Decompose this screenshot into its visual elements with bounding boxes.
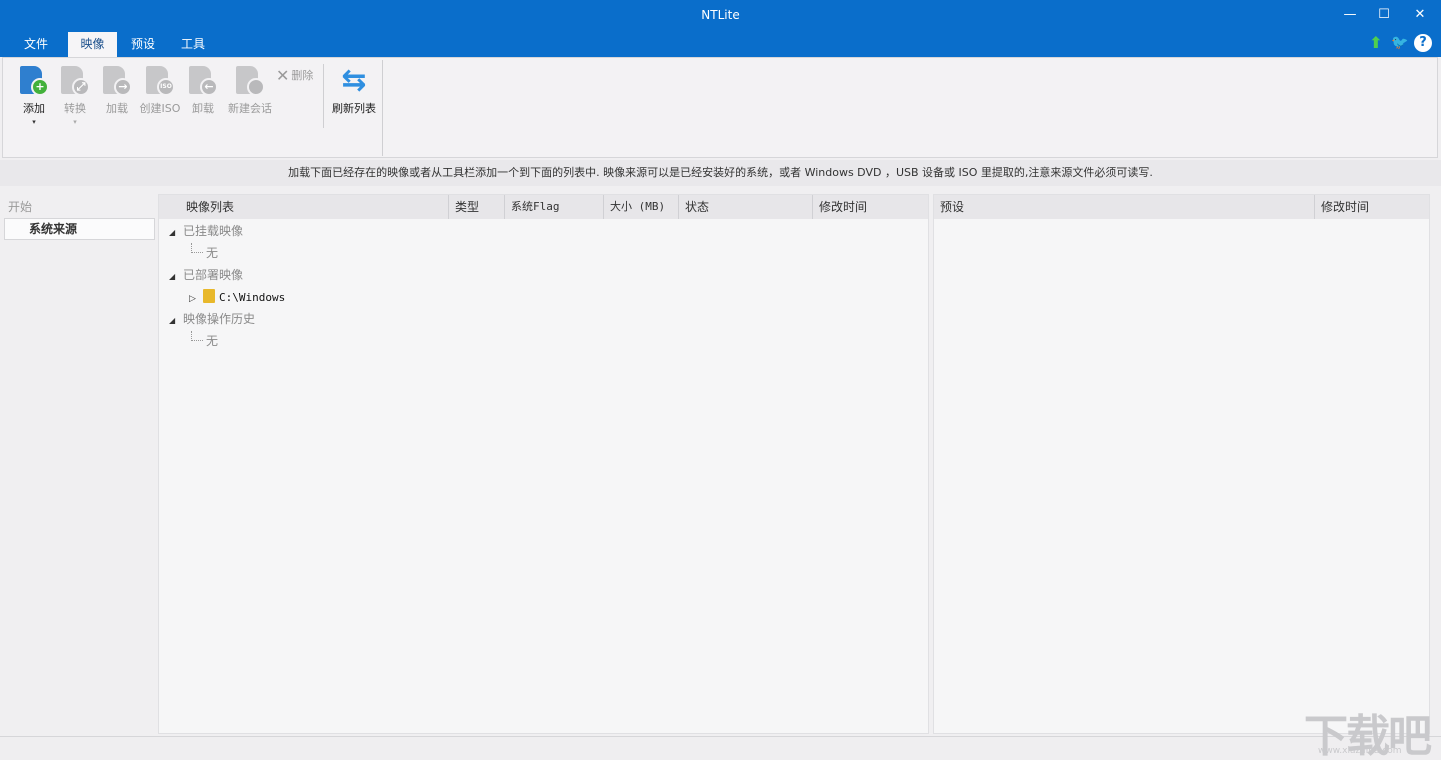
ribbon-separator [323,64,324,128]
sidebar-header-start: 开始 [8,198,32,215]
unload-label: 卸载 [181,100,225,116]
column-image-list[interactable]: 映像列表 [159,195,449,219]
minimize-button[interactable]: — [1332,0,1368,30]
list-item: 无 [191,243,218,263]
unload-icon: ← [187,64,219,98]
tree-group-deployed[interactable]: ◢已部署映像 [169,265,243,285]
sidebar-item-system-source[interactable]: 系统来源 [4,218,155,240]
column-modified-time[interactable]: 修改时间 [813,195,928,219]
folder-icon [203,289,215,303]
title-bar: NTLite — ☐ ✕ [0,0,1441,30]
menu-tab-bar: 文件 映像 预设 工具 [0,30,1441,57]
load-icon: → [101,64,133,98]
add-dropdown-caret-icon[interactable]: ▾ [12,118,56,126]
expand-arrow-icon[interactable]: ▷ [189,289,203,309]
convert-label: 转换 [53,100,97,116]
ribbon-toolbar: + 添加 ▾ ⤢ 转换 ▾ → 加载 ISO 创建ISO ← 卸载 新建会话 ✕… [2,57,1438,158]
iso-icon: ISO [144,64,176,98]
tab-file[interactable]: 文件 [14,32,58,57]
column-status[interactable]: 状态 [679,195,813,219]
close-button[interactable]: ✕ [1402,0,1438,30]
empty-item-label: 无 [206,246,218,260]
load-label: 加载 [95,100,139,116]
column-type[interactable]: 类型 [449,195,505,219]
refresh-label: 刷新列表 [329,100,379,116]
maximize-button[interactable]: ☐ [1366,0,1402,30]
unload-button[interactable]: ← 卸载 [181,64,225,116]
group-label: 映像操作历史 [183,312,255,326]
list-item-c-windows[interactable]: ▷ C:\Windows [189,287,285,307]
convert-icon: ⤢ [59,64,91,98]
list-item: 无 [191,331,218,351]
group-label: 已挂载映像 [183,224,243,238]
column-preset[interactable]: 预设 [934,195,1315,219]
add-image-icon: + [18,64,50,98]
tree-group-mounted[interactable]: ◢已挂载映像 [169,221,243,241]
empty-item-label: 无 [206,334,218,348]
collapse-toggle-icon[interactable]: ◢ [169,223,183,243]
column-system-flag[interactable]: 系统Flag [505,195,604,219]
status-bar [0,736,1441,760]
new-session-label: 新建会话 [225,100,275,116]
convert-dropdown-caret-icon[interactable]: ▾ [53,118,97,126]
create-iso-button[interactable]: ISO 创建ISO [137,64,183,116]
column-size-mb[interactable]: 大小 (MB) [604,195,679,219]
image-list-panel[interactable]: 映像列表 类型 系统Flag 大小 (MB) 状态 修改时间 ◢已挂载映像 无 … [158,194,929,734]
update-arrow-icon[interactable]: ⬆ [1367,34,1385,52]
delete-button[interactable]: ✕删除 [276,66,313,85]
tree-group-history[interactable]: ◢映像操作历史 [169,309,255,329]
collapse-toggle-icon[interactable]: ◢ [169,267,183,287]
delete-label: 删除 [291,69,313,82]
new-session-button[interactable]: 新建会话 [225,64,275,116]
image-path: C:\Windows [219,291,285,304]
refresh-list-button[interactable]: ⇆ 刷新列表 [329,64,379,116]
tab-preset[interactable]: 预设 [121,32,165,57]
help-icon[interactable]: ? [1414,34,1432,52]
watermark-url: www.xiazaiba.com [1318,746,1402,756]
tab-image[interactable]: 映像 [68,32,117,57]
create-iso-label: 创建ISO [137,100,183,116]
load-button[interactable]: → 加载 [95,64,139,116]
add-button[interactable]: + 添加 ▾ [12,64,56,126]
column-preset-modified-time[interactable]: 修改时间 [1315,195,1429,219]
left-sidebar: 开始 系统来源 [2,192,156,732]
preset-list-panel[interactable]: 预设 修改时间 [933,194,1430,734]
window-title: NTLite [0,8,1441,22]
ribbon-group-separator [382,60,383,156]
group-label: 已部署映像 [183,268,243,282]
new-session-icon [234,64,266,98]
delete-x-icon: ✕ [276,66,289,85]
twitter-icon[interactable]: 🐦 [1391,34,1409,52]
refresh-icon: ⇆ [338,64,370,98]
tab-tools[interactable]: 工具 [171,32,215,57]
convert-button[interactable]: ⤢ 转换 ▾ [53,64,97,126]
add-label: 添加 [12,100,56,116]
info-hint-text: 加载下面已经存在的映像或者从工具栏添加一个到下面的列表中. 映像来源可以是已经安… [0,160,1441,186]
collapse-toggle-icon[interactable]: ◢ [169,311,183,331]
